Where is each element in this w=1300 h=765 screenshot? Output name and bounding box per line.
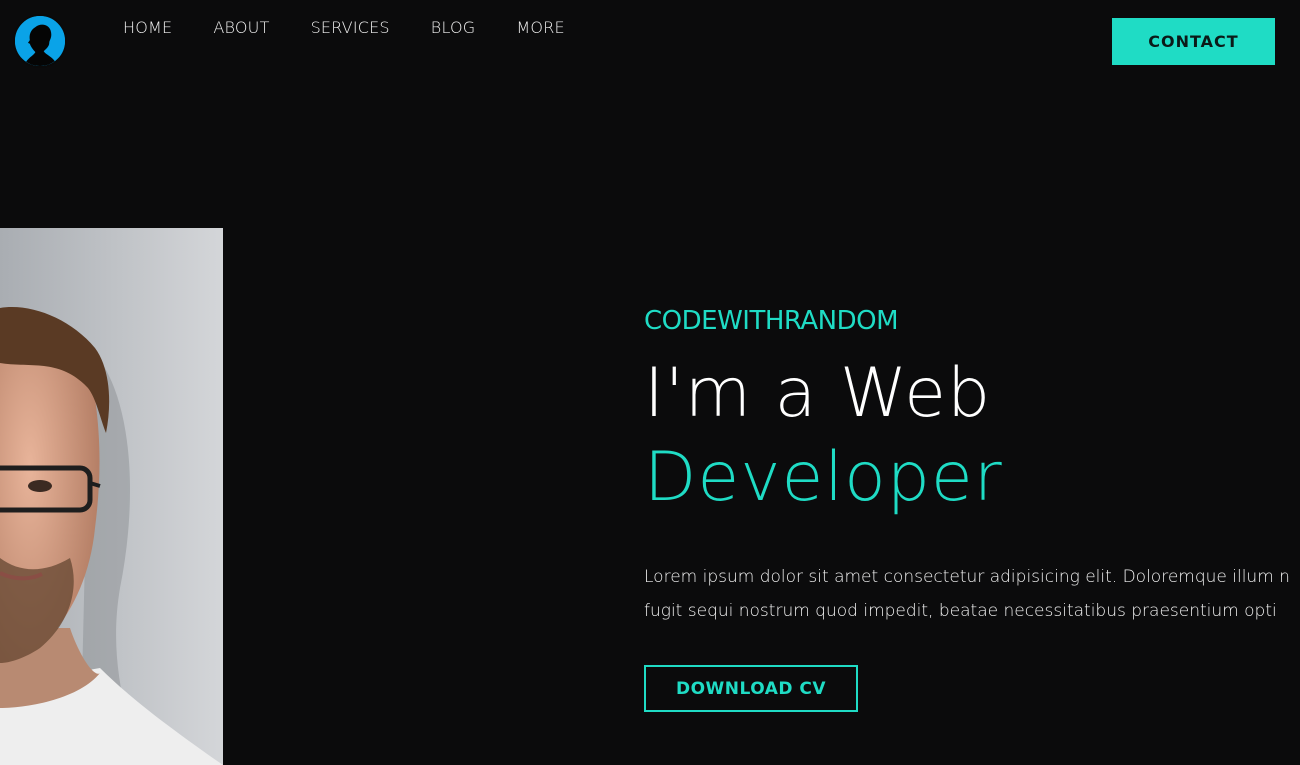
main-nav: HOME ABOUT SERVICES BLOG MORE bbox=[123, 18, 606, 37]
nav-blog[interactable]: BLOG bbox=[431, 18, 476, 37]
page: HOME ABOUT SERVICES BLOG MORE CONTACT CO… bbox=[0, 0, 1300, 765]
person-silhouette-icon bbox=[15, 16, 65, 66]
brand-name: CODEWITHRANDOM bbox=[644, 306, 899, 336]
headline-line-2: Developer bbox=[644, 438, 1003, 517]
hero-description-line-1: Lorem ipsum dolor sit amet consectetur a… bbox=[644, 567, 1290, 587]
headline-line-1: I'm a Web bbox=[644, 354, 992, 433]
nav-home[interactable]: HOME bbox=[123, 18, 172, 37]
nav-more[interactable]: MORE bbox=[516, 18, 564, 37]
logo[interactable] bbox=[13, 14, 67, 68]
nav-services[interactable]: SERVICES bbox=[311, 18, 390, 37]
download-cv-button[interactable]: DOWNLOAD CV bbox=[644, 665, 858, 712]
portrait-photo bbox=[0, 228, 223, 765]
hero-section: CODEWITHRANDOM I'm a Web Developer Lorem… bbox=[644, 302, 1300, 712]
hero-description: Lorem ipsum dolor sit amet consectetur a… bbox=[644, 560, 1300, 628]
hero-description-line-2: fugit sequi nostrum quod impedit, beatae… bbox=[644, 601, 1277, 621]
contact-button[interactable]: CONTACT bbox=[1112, 18, 1275, 65]
nav-about[interactable]: ABOUT bbox=[213, 18, 269, 37]
